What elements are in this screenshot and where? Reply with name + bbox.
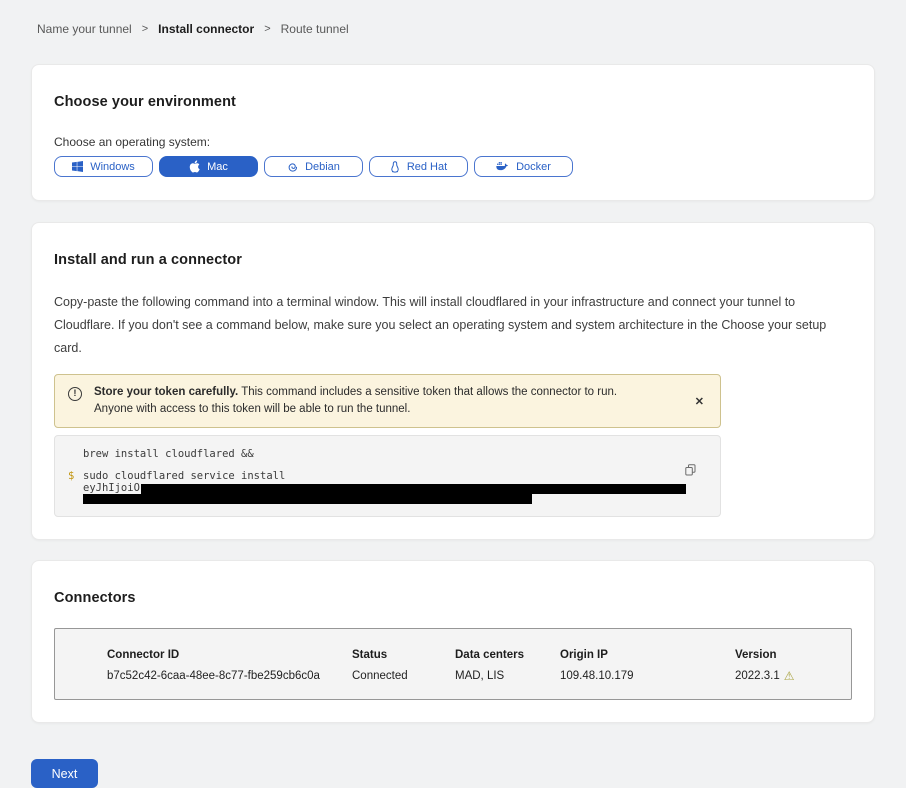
origin-ip-value: 109.48.10.179 (560, 670, 735, 682)
install-connector-card: Install and run a connector Copy-paste t… (31, 222, 875, 540)
shell-prompt: $ (68, 470, 83, 483)
install-description: Copy-paste the following command into a … (54, 291, 852, 360)
close-icon[interactable]: ✕ (691, 393, 708, 410)
code-line-brew: brew install cloudflared && (83, 448, 720, 461)
copy-icon[interactable] (685, 464, 696, 479)
version-warning-icon[interactable]: ⚠ (784, 670, 795, 682)
connectors-card: Connectors Connector ID Status Data cent… (31, 560, 875, 723)
breadcrumb-install-connector[interactable]: Install connector (158, 22, 254, 36)
breadcrumb-route-tunnel[interactable]: Route tunnel (281, 22, 349, 36)
breadcrumb-name-your-tunnel[interactable]: Name your tunnel (37, 22, 132, 36)
status-badge: Connected (352, 670, 455, 682)
os-button-label: Windows (90, 161, 135, 173)
col-header-origin-ip: Origin IP (560, 649, 735, 661)
breadcrumb-separator: > (264, 23, 270, 35)
token-warning-banner: ! Store your token carefully. This comma… (54, 374, 721, 428)
os-button-debian[interactable]: Debian (264, 156, 363, 177)
version-value: 2022.3.1 (735, 670, 780, 682)
environment-card-title: Choose your environment (54, 94, 852, 110)
connector-id-value: b7c52c42-6caa-48ee-8c77-fbe259cb6c0a (107, 670, 352, 682)
os-button-redhat[interactable]: Red Hat (369, 156, 468, 177)
redhat-tux-icon (390, 161, 400, 173)
redacted-token-bar (83, 494, 532, 504)
alert-circle-icon: ! (68, 387, 82, 401)
token-prefix: eyJhIjoiO (83, 483, 140, 494)
col-header-status: Status (352, 649, 455, 661)
breadcrumb: Name your tunnel > Install connector > R… (0, 0, 906, 36)
connectors-card-title: Connectors (54, 590, 852, 606)
windows-logo-icon (72, 161, 83, 172)
os-button-label: Docker (516, 161, 551, 173)
redacted-token-bar (141, 484, 686, 494)
os-button-label: Red Hat (407, 161, 447, 173)
os-button-label: Mac (207, 161, 228, 173)
warning-message-bold: Store your token carefully. (94, 386, 238, 398)
os-button-windows[interactable]: Windows (54, 156, 153, 177)
install-card-title: Install and run a connector (54, 252, 852, 268)
environment-card: Choose your environment Choose an operat… (31, 64, 875, 201)
docker-whale-icon (496, 161, 509, 172)
os-button-mac[interactable]: Mac (159, 156, 258, 177)
debian-logo-icon (287, 161, 298, 172)
connectors-table: Connector ID Status Data centers Origin … (54, 628, 852, 700)
install-command-code-block: brew install cloudflared && $ sudo cloud… (54, 435, 721, 517)
col-header-version: Version (735, 649, 851, 661)
next-button[interactable]: Next (31, 759, 98, 788)
col-header-connector-id: Connector ID (107, 649, 352, 661)
os-select-label: Choose an operating system: (54, 135, 852, 149)
page-content: Choose your environment Choose an operat… (0, 64, 906, 723)
apple-logo-icon (189, 160, 200, 173)
footer: Next (0, 723, 906, 788)
col-header-data-centers: Data centers (455, 649, 560, 661)
os-button-label: Debian (305, 161, 340, 173)
os-button-docker[interactable]: Docker (474, 156, 573, 177)
data-centers-value: MAD, LIS (455, 670, 560, 682)
warning-message: Store your token carefully. This command… (94, 384, 654, 418)
breadcrumb-separator: > (142, 23, 148, 35)
os-button-group: Windows Mac Debian Red Hat (54, 156, 852, 177)
